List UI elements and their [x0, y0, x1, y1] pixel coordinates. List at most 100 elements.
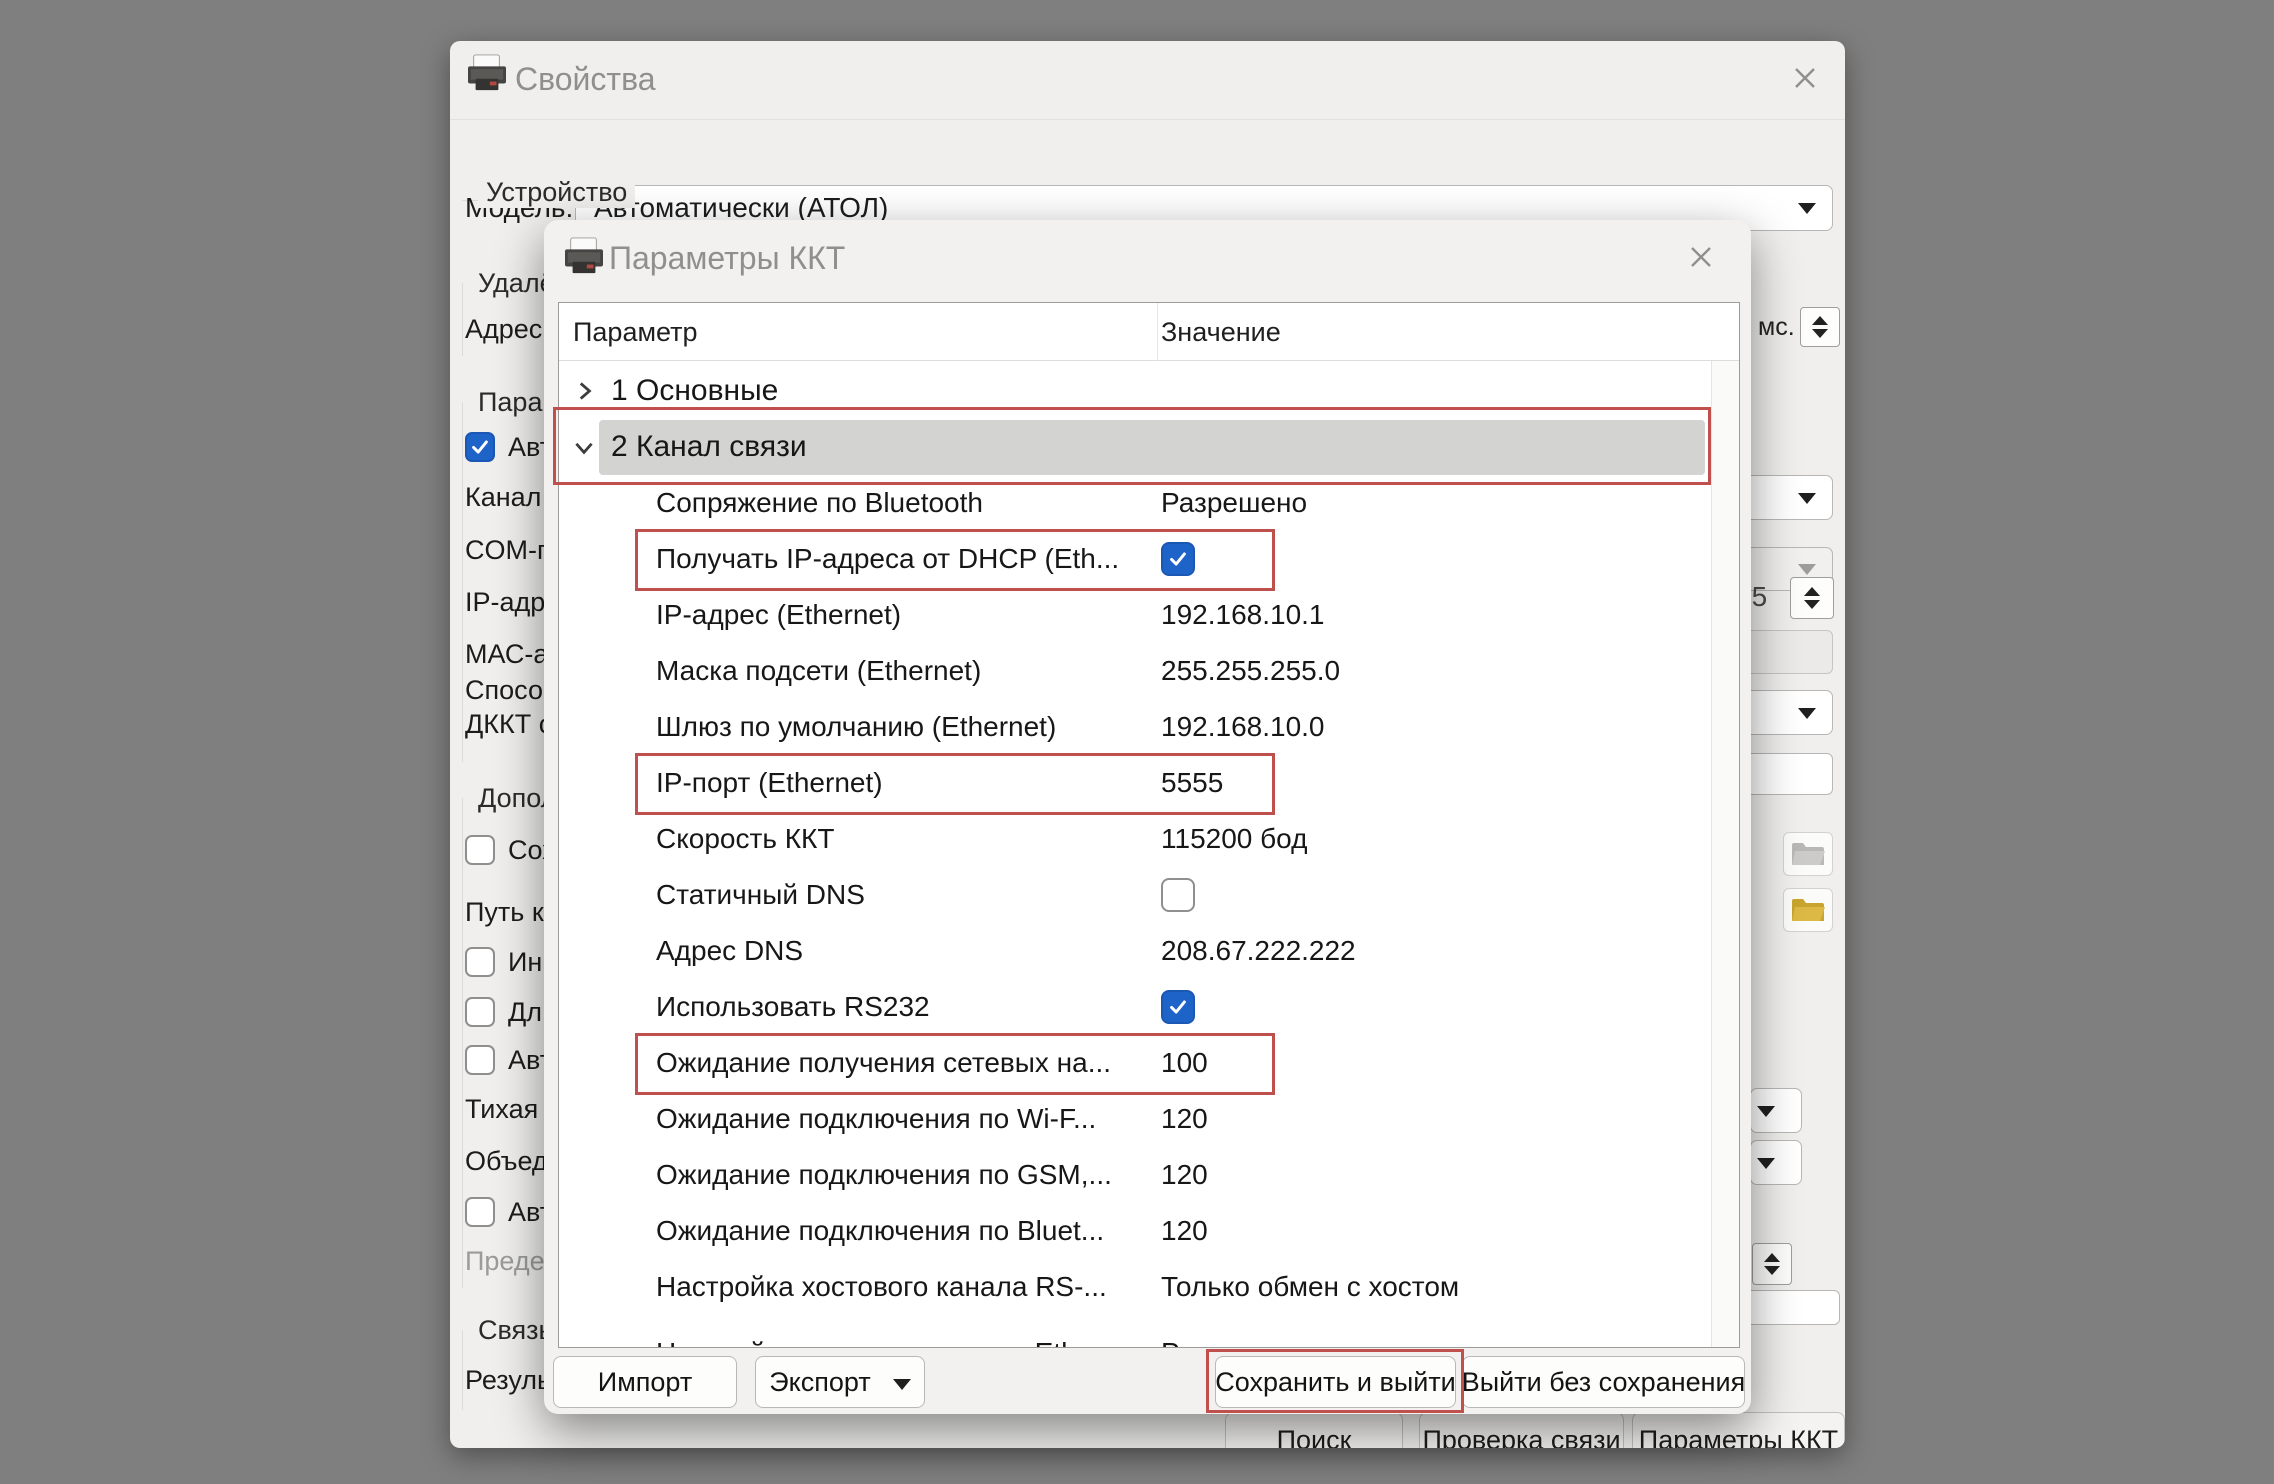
left-group-label: Связь — [478, 1310, 553, 1350]
param-label: Получать IP-адреса от DHCP (Eth... — [656, 531, 1119, 587]
table-row[interactable]: 2 Канал связи — [559, 419, 1709, 475]
chevron-down-icon — [1798, 493, 1816, 504]
table-row[interactable]: Шлюз по умолчанию (Ethernet) 192.168.10.0 — [559, 699, 1709, 755]
table-row[interactable]: IP-адрес (Ethernet) 192.168.10.1 — [559, 587, 1709, 643]
param-value: 192.168.10.0 — [1161, 699, 1325, 755]
window-button[interactable]: Параметры ККТ — [1632, 1412, 1845, 1448]
param-value: Разрешено — [1161, 475, 1307, 531]
params-table: Параметр Значение 1 Основные2 Канал связ… — [558, 302, 1740, 1348]
checkbox[interactable] — [1161, 990, 1195, 1024]
table-row[interactable]: 1 Основные — [559, 363, 1709, 419]
param-label: Адрес DNS — [656, 923, 803, 979]
checkbox[interactable] — [465, 1197, 495, 1227]
checkbox[interactable] — [465, 997, 495, 1027]
left-checkbox: Дл — [465, 992, 542, 1032]
table-row[interactable]: Статичный DNS — [559, 867, 1709, 923]
left-label: МАС-а — [465, 634, 548, 674]
left-checkbox: Авт — [465, 1192, 552, 1232]
table-row[interactable]: Скорость ККТ 115200 бод — [559, 811, 1709, 867]
device-group-label: Устройство — [478, 177, 635, 208]
folder-icon — [1791, 841, 1825, 867]
window-titlebar: Свойства — [450, 41, 1845, 120]
param-label: 2 Канал связи — [611, 419, 807, 475]
left-label: Адрес — [465, 309, 542, 349]
ip-port-spinner[interactable] — [1790, 577, 1834, 619]
left-label: Путь к — [465, 892, 544, 932]
annotation-box — [1206, 1349, 1464, 1413]
checkbox[interactable] — [465, 1045, 495, 1075]
combobox-partial[interactable] — [1750, 1140, 1802, 1185]
left-label: Дл — [508, 997, 542, 1028]
table-row[interactable]: Настройки хостового канала Eth...Р... — [559, 1325, 1709, 1347]
chevron-down-icon — [1757, 1106, 1775, 1117]
param-label: Ожидание подключения по Bluet... — [656, 1203, 1104, 1259]
param-value: 115200 бод — [1161, 811, 1307, 867]
param-label: Шлюз по умолчанию (Ethernet) — [656, 699, 1056, 755]
table-row[interactable]: Получать IP-адреса от DHCP (Eth... — [559, 531, 1709, 587]
chevron-down-icon — [1798, 708, 1816, 719]
window-button[interactable]: Поиск — [1225, 1412, 1403, 1448]
param-value: 255.255.255.0 — [1161, 643, 1340, 699]
param-label: Использовать RS232 — [656, 979, 930, 1035]
exit-no-save-button[interactable]: Выйти без сохранения — [1462, 1356, 1745, 1408]
param-label: Сопряжение по Bluetooth — [656, 475, 983, 531]
left-label: Объед — [465, 1141, 548, 1181]
browse-folder-button-disabled — [1783, 832, 1833, 876]
window-button[interactable]: Проверка связи — [1419, 1412, 1624, 1448]
checkbox[interactable] — [1161, 542, 1195, 576]
folder-icon — [1791, 897, 1825, 923]
table-row[interactable]: Адрес DNS 208.67.222.222 — [559, 923, 1709, 979]
table-row[interactable]: Ожидание подключения по Bluet...120 — [559, 1203, 1709, 1259]
table-row[interactable]: Маска подсети (Ethernet)255.255.255.0 — [559, 643, 1709, 699]
chevron-right-icon[interactable] — [571, 378, 597, 404]
left-checkbox: Авт — [465, 1040, 552, 1080]
checkbox[interactable] — [1161, 878, 1195, 912]
param-value: 100 — [1161, 1035, 1208, 1091]
checkbox[interactable] — [465, 947, 495, 977]
param-label: IP-адрес (Ethernet) — [656, 587, 901, 643]
checkbox[interactable] — [465, 432, 495, 462]
ms-spinner[interactable] — [1800, 307, 1840, 347]
left-label: Канал — [465, 477, 541, 517]
table-row[interactable]: Сопряжение по Bluetooth Разрешено — [559, 475, 1709, 531]
checkbox[interactable] — [465, 835, 495, 865]
chevron-down-icon — [1798, 564, 1816, 575]
close-icon[interactable] — [1684, 240, 1718, 274]
param-value: Р... — [1161, 1325, 1198, 1347]
combobox-partial[interactable] — [1750, 1088, 1802, 1133]
param-label: Ожидание подключения по GSM,... — [656, 1147, 1112, 1203]
left-label: ДККТ с — [465, 704, 552, 744]
chevron-down-icon[interactable] — [571, 434, 597, 460]
param-label: Ожидание подключения по Wi-F... — [656, 1091, 1096, 1147]
chevron-down-icon — [1757, 1158, 1775, 1169]
browse-folder-button[interactable] — [1783, 888, 1833, 932]
ms-unit-label: мс. — [1758, 307, 1795, 347]
dialog-title: Параметры ККТ — [609, 220, 845, 296]
printer-icon — [467, 54, 507, 97]
table-row[interactable]: Настройка хостового канала RS-...Только … — [559, 1259, 1709, 1315]
export-button[interactable]: Экспорт — [755, 1356, 925, 1408]
left-label: Резуль — [465, 1360, 551, 1400]
table-row[interactable]: Ожидание подключения по GSM,...120 — [559, 1147, 1709, 1203]
kkt-params-dialog: Параметры ККТ Параметр Значение 1 Основн… — [544, 220, 1751, 1414]
table-row[interactable]: Ожидание подключения по Wi-F...120 — [559, 1091, 1709, 1147]
param-value: 5555 — [1161, 755, 1223, 811]
param-label: Скорость ККТ — [656, 811, 834, 867]
spinner-partial[interactable] — [1752, 1243, 1792, 1285]
table-row[interactable]: IP-порт (Ethernet)5555 — [559, 755, 1709, 811]
scrollbar-track[interactable] — [1711, 361, 1739, 1347]
column-param: Параметр — [573, 303, 698, 361]
left-label: COM-п — [465, 530, 552, 570]
left-label: Тихая — [465, 1089, 538, 1129]
column-value: Значение — [1161, 303, 1281, 361]
param-value: Только обмен с хостом — [1161, 1259, 1459, 1315]
table-row[interactable]: Использовать RS232 — [559, 979, 1709, 1035]
screen: Свойства Устройство Модель: Автоматическ… — [0, 0, 2274, 1484]
param-value: 208.67.222.222 — [1161, 923, 1356, 979]
param-value: 192.168.10.1 — [1161, 587, 1325, 643]
param-label: Ожидание получения сетевых на... — [656, 1035, 1111, 1091]
close-icon[interactable] — [1788, 61, 1822, 95]
import-button[interactable]: Импорт — [553, 1356, 737, 1408]
param-label: Статичный DNS — [656, 867, 865, 923]
table-row[interactable]: Ожидание получения сетевых на... 100 — [559, 1035, 1709, 1091]
